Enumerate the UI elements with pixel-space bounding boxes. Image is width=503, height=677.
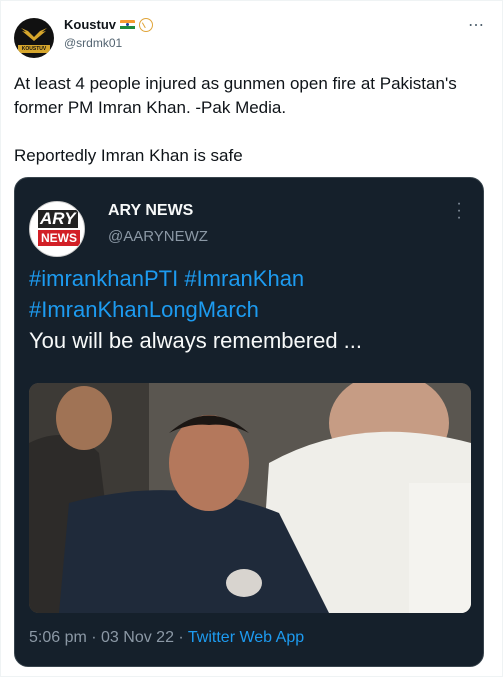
meta-separator: · [173, 629, 188, 646]
wings-icon [21, 28, 47, 41]
tweet-text-line1: At least 4 people injured as gunmen open… [14, 74, 457, 117]
hashtag-link[interactable]: #ImranKhanLongMarch [29, 297, 259, 322]
hashtag-link[interactable]: #ImranKhan [184, 266, 304, 291]
badge-icon [139, 17, 153, 32]
quoted-source-link[interactable]: Twitter Web App [188, 629, 304, 646]
quoted-author-handle[interactable]: @AARYNEWZ [108, 228, 208, 245]
meta-separator: · [86, 629, 102, 646]
logo-text-ary: ARY [38, 209, 78, 228]
quoted-meta: 5:06 pm · 03 Nov 22 · Twitter Web App [29, 629, 304, 647]
author-handle[interactable]: @srdmk01 [64, 36, 122, 50]
tweet-card: KOUSTUV Koustuv @srdmk01 ⋯ At least 4 pe… [0, 0, 503, 677]
photo-image [29, 383, 471, 613]
author-name[interactable]: Koustuv [64, 17, 116, 32]
author-avatar[interactable]: KOUSTUV [14, 18, 54, 58]
hashtag-link[interactable]: #imrankhanPTI [29, 266, 178, 291]
quoted-date[interactable]: 03 Nov 22 [101, 629, 174, 646]
author-row: Koustuv [64, 17, 153, 32]
india-flag-icon [120, 19, 135, 30]
quoted-photo[interactable] [29, 383, 471, 613]
quoted-tweet[interactable]: ARY NEWS ARY NEWS @AARYNEWZ · · · #imrankh… [14, 177, 484, 667]
logo-text-news: NEWS [38, 230, 80, 246]
quoted-more-icon[interactable]: · · · [455, 196, 463, 226]
quoted-author-name[interactable]: ARY NEWS [108, 202, 193, 220]
more-options-icon[interactable]: ⋯ [468, 15, 485, 35]
quoted-time[interactable]: 5:06 pm [29, 629, 87, 646]
avatar-label: KOUSTUV [18, 45, 50, 53]
tweet-text-line2: Reportedly Imran Khan is safe [14, 146, 243, 165]
quoted-text-body: You will be always remembered ... [29, 328, 363, 353]
quoted-text: #imrankhanPTI #ImranKhan #ImranKhanLongM… [29, 263, 469, 356]
tweet-body: At least 4 people injured as gunmen open… [14, 72, 484, 168]
ary-news-avatar[interactable]: ARY NEWS [29, 201, 85, 257]
